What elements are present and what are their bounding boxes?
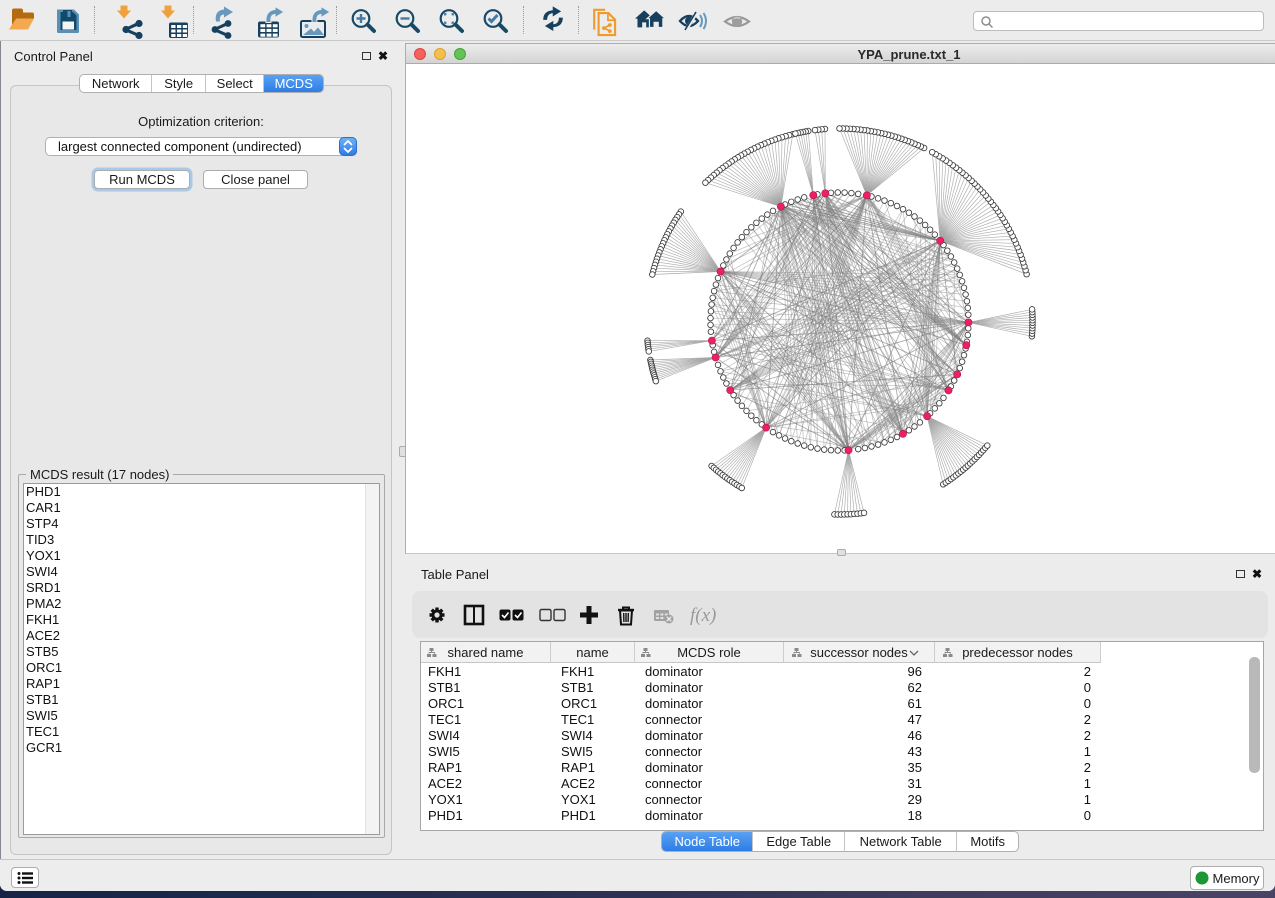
- svg-text:f(x): f(x): [690, 605, 716, 626]
